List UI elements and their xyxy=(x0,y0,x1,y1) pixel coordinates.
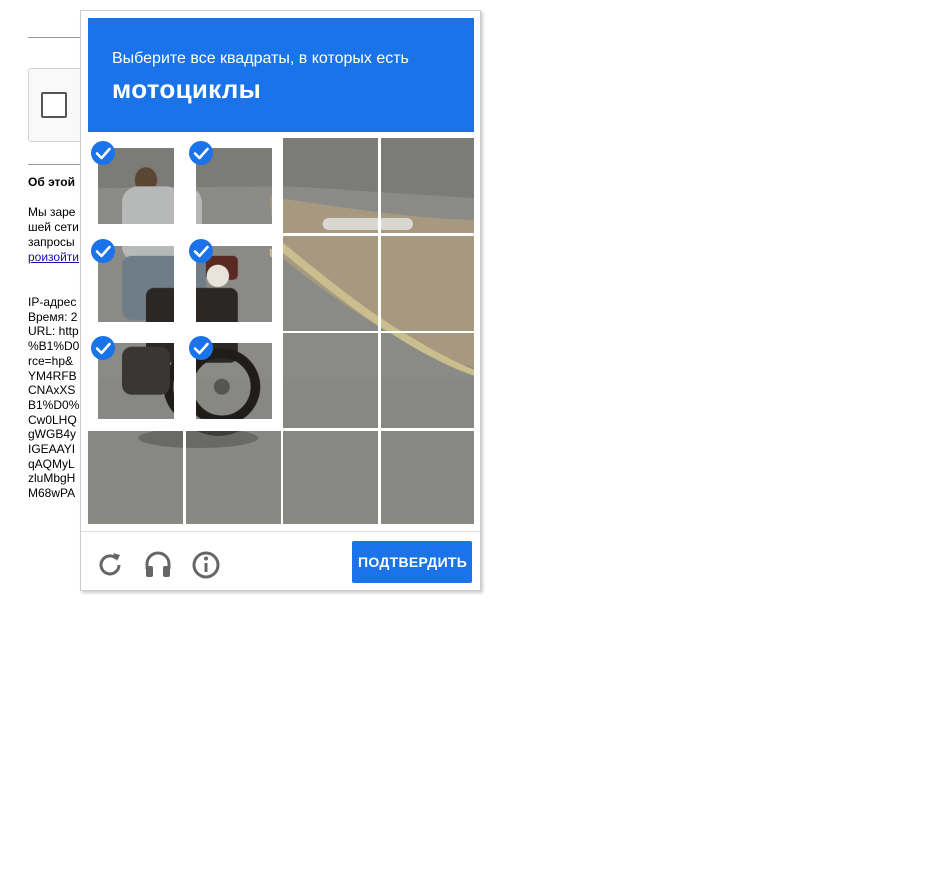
target-object-label: мотоциклы xyxy=(112,74,262,104)
tile-image xyxy=(381,235,474,331)
checkmark-icon xyxy=(188,141,213,165)
about-paragraph-line-1: Мы заре xyxy=(28,205,76,219)
tile-image xyxy=(381,431,474,524)
request-info-line: IGEAAYI xyxy=(28,442,76,456)
image-tile[interactable] xyxy=(185,333,281,429)
request-info-line: IP-адрес xyxy=(28,295,77,309)
request-info-line: M68wPA xyxy=(28,486,76,501)
tile-image xyxy=(185,431,281,524)
about-title: Об этой xyxy=(28,175,75,189)
about-paragraph-line-2: шей сети xyxy=(28,220,79,234)
image-tile[interactable] xyxy=(88,138,183,233)
request-info-line: qAQMyL xyxy=(28,456,75,471)
request-info-line: Время: 2 xyxy=(28,309,78,324)
headphones-icon[interactable] xyxy=(140,547,176,583)
tile-image xyxy=(283,431,379,524)
instruction-text: Выберите все квадраты, в которых есть xyxy=(112,50,409,67)
request-info-line: YM4RFB xyxy=(28,368,77,383)
reload-icon[interactable] xyxy=(93,547,129,583)
tile-image xyxy=(283,235,379,331)
verify-button[interactable]: ПОДТВЕРДИТЬ xyxy=(352,541,472,583)
request-info-line: gWGB4y xyxy=(28,427,77,442)
image-tile[interactable] xyxy=(381,235,476,331)
image-tile[interactable] xyxy=(88,235,183,331)
checkmark-icon xyxy=(188,238,213,263)
image-tile[interactable] xyxy=(381,431,476,526)
request-info-line: URL: http xyxy=(28,324,79,339)
image-grid xyxy=(88,138,474,524)
tile-image xyxy=(88,431,183,524)
footer-divider xyxy=(81,531,480,532)
image-tile[interactable] xyxy=(381,333,476,429)
request-info-line: B1%D0% xyxy=(28,397,80,412)
request-info-line: Cw0LHQ xyxy=(28,412,77,427)
about-link[interactable]: роизойти xyxy=(28,250,79,265)
request-info-line: zluMbgH xyxy=(28,471,76,486)
info-icon[interactable] xyxy=(188,547,224,583)
image-tile[interactable] xyxy=(283,431,379,526)
checkmark-icon xyxy=(91,141,115,165)
recaptcha-challenge-popup: Выберите все квадраты, в которых есть мо… xyxy=(80,10,481,591)
checkmark-icon xyxy=(188,336,213,361)
request-info-line: rce=hp& xyxy=(28,353,74,368)
image-tile[interactable] xyxy=(185,138,281,233)
image-tile[interactable] xyxy=(88,431,183,526)
image-tile[interactable] xyxy=(283,138,379,233)
recaptcha-checkbox[interactable] xyxy=(41,92,67,118)
request-info-line: %B1%D0 xyxy=(28,339,80,354)
challenge-header: Выберите все квадраты, в которых есть мо… xyxy=(88,18,474,132)
tile-image xyxy=(283,333,379,429)
image-tile[interactable] xyxy=(381,138,476,233)
image-tile[interactable] xyxy=(283,333,379,429)
image-tile[interactable] xyxy=(283,235,379,331)
checkmark-icon xyxy=(91,336,115,361)
tile-image xyxy=(283,138,379,233)
checkmark-icon xyxy=(91,238,115,263)
image-tile[interactable] xyxy=(185,431,281,526)
image-tile[interactable] xyxy=(185,235,281,331)
request-info-line: CNAxXS xyxy=(28,383,76,398)
image-tile[interactable] xyxy=(88,333,183,429)
top-divider xyxy=(28,37,88,38)
tile-image xyxy=(381,333,474,429)
about-paragraph-line-3: запросы xyxy=(28,235,75,249)
tile-image xyxy=(381,138,474,233)
middle-divider xyxy=(28,164,88,165)
